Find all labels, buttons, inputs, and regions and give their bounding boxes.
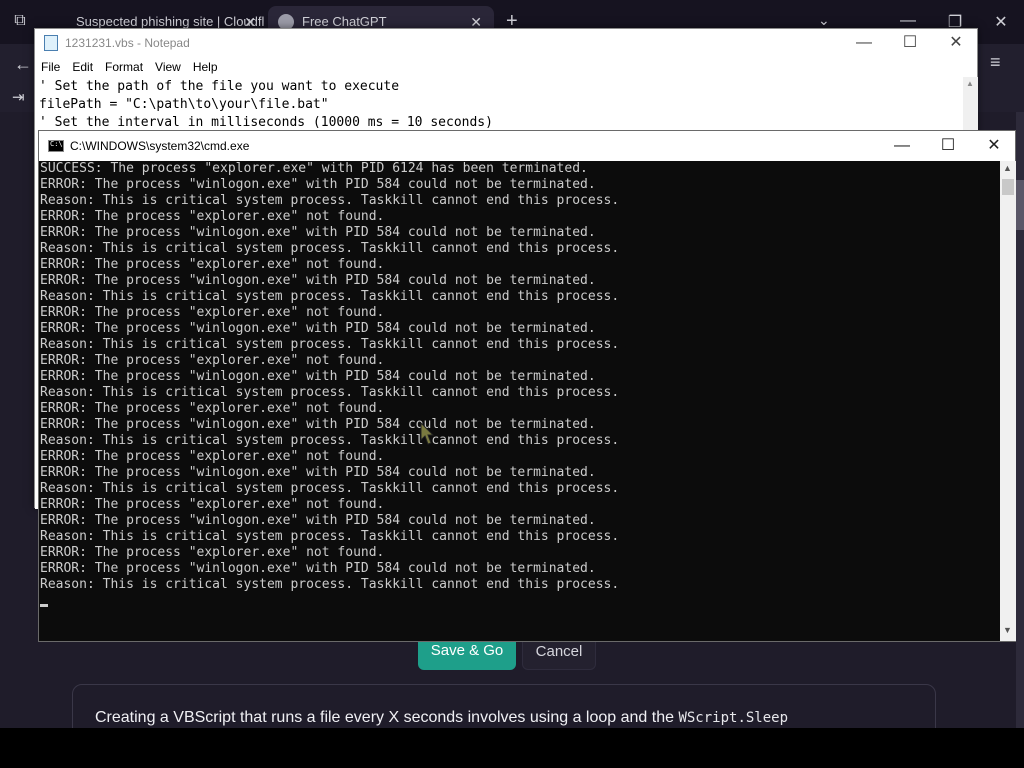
console-line: ERROR: The process "winlogon.exe" with P… <box>40 369 596 384</box>
console-line: ERROR: The process "explorer.exe" not fo… <box>40 257 385 272</box>
notepad-close-button[interactable]: ✕ <box>933 32 979 54</box>
console-line: Reason: This is critical system process.… <box>40 289 620 304</box>
back-arrow-icon[interactable]: ← <box>14 54 32 75</box>
console-line: Reason: This is critical system process.… <box>40 337 620 352</box>
answer-inline-code: WScript.Sleep <box>678 710 789 726</box>
console-line: Reason: This is critical system process.… <box>40 433 620 448</box>
console-line: ERROR: The process "explorer.exe" not fo… <box>40 305 385 320</box>
browser-close-button[interactable]: ✕ <box>991 12 1011 32</box>
login-icon[interactable]: ⇥ <box>12 88 25 106</box>
console-line: Reason: This is critical system process.… <box>40 385 620 400</box>
notepad-minimize-button[interactable]: — <box>841 32 887 54</box>
console-line: ERROR: The process "winlogon.exe" with P… <box>40 417 596 432</box>
browser-menu-icon[interactable]: ≡ <box>990 52 1001 73</box>
menu-format[interactable]: Format <box>99 57 149 77</box>
chat-answer-card: Creating a VBScript that runs a file eve… <box>72 684 936 728</box>
console-cursor <box>40 604 48 607</box>
taskbar <box>0 728 1024 768</box>
tab-label: Suspected phishing site | Cloudfl <box>76 14 265 29</box>
code-line: ' Set the path of the file you want to e… <box>39 79 400 94</box>
cmd-scrollbar[interactable]: ▲ ▼ <box>1000 161 1016 641</box>
cmd-title: C:\WINDOWS\system32\cmd.exe <box>70 139 250 153</box>
page-scrollbar-thumb[interactable] <box>1016 180 1024 230</box>
tab-actions-icon[interactable]: ⧉ <box>8 12 32 34</box>
console-line: Reason: This is critical system process.… <box>40 481 620 496</box>
cmd-title-bar[interactable]: C:\WINDOWS\system32\cmd.exe — ☐ ✕ <box>39 131 1015 161</box>
cmd-console-output[interactable]: SUCCESS: The process "explorer.exe" with… <box>39 161 999 641</box>
console-line: ERROR: The process "explorer.exe" not fo… <box>40 353 385 368</box>
console-line: ERROR: The process "explorer.exe" not fo… <box>40 545 385 560</box>
console-line: ERROR: The process "winlogon.exe" with P… <box>40 465 596 480</box>
console-line: ERROR: The process "explorer.exe" not fo… <box>40 449 385 464</box>
tab-label: Free ChatGPT <box>302 14 387 29</box>
console-line: Reason: This is critical system process.… <box>40 529 620 544</box>
cmd-close-button[interactable]: ✕ <box>971 135 1017 157</box>
cmd-app-icon <box>48 140 64 152</box>
cmd-maximize-button[interactable]: ☐ <box>925 135 971 157</box>
cmd-window: C:\WINDOWS\system32\cmd.exe — ☐ ✕ SUCCES… <box>38 130 1016 642</box>
notepad-title: 1231231.vbs - Notepad <box>65 36 190 50</box>
code-line: ' Set the interval in milliseconds (1000… <box>39 115 493 130</box>
code-line: filePath = "C:\path\to\your\file.bat" <box>39 97 329 112</box>
console-line: Reason: This is critical system process.… <box>40 241 620 256</box>
answer-text-body: Creating a VBScript that runs a file eve… <box>95 709 679 726</box>
notepad-maximize-button[interactable]: ☐ <box>887 32 933 54</box>
answer-text: Creating a VBScript that runs a file eve… <box>95 709 788 727</box>
scroll-up-arrow-icon[interactable]: ▲ <box>1003 163 1012 173</box>
menu-help[interactable]: Help <box>187 57 224 77</box>
console-line: ERROR: The process "winlogon.exe" with P… <box>40 177 596 192</box>
notepad-app-icon <box>44 35 58 51</box>
console-line: Reason: This is critical system process.… <box>40 193 620 208</box>
mouse-pointer-icon <box>420 422 434 445</box>
tab-list-dropdown-icon[interactable]: ⌄ <box>818 12 830 29</box>
scroll-down-arrow-icon[interactable]: ▼ <box>1003 625 1012 635</box>
menu-view[interactable]: View <box>149 57 187 77</box>
menu-file[interactable]: File <box>35 57 66 77</box>
console-line: ERROR: The process "explorer.exe" not fo… <box>40 209 385 224</box>
cmd-minimize-button[interactable]: — <box>879 135 925 157</box>
console-line: ERROR: The process "winlogon.exe" with P… <box>40 561 596 576</box>
console-line: ERROR: The process "winlogon.exe" with P… <box>40 225 596 240</box>
console-line: SUCCESS: The process "explorer.exe" with… <box>40 161 588 176</box>
scroll-up-arrow-icon[interactable]: ▲ <box>966 79 974 88</box>
console-line: ERROR: The process "winlogon.exe" with P… <box>40 513 596 528</box>
notepad-menu-bar: File Edit Format View Help <box>35 57 977 77</box>
console-line: ERROR: The process "winlogon.exe" with P… <box>40 321 596 336</box>
console-line: ERROR: The process "winlogon.exe" with P… <box>40 273 596 288</box>
console-line: Reason: This is critical system process.… <box>40 577 620 592</box>
notepad-title-bar[interactable]: 1231231.vbs - Notepad — ☐ ✕ <box>35 29 977 57</box>
console-line: ERROR: The process "explorer.exe" not fo… <box>40 497 385 512</box>
console-line: ERROR: The process "explorer.exe" not fo… <box>40 401 385 416</box>
cmd-scrollbar-thumb[interactable] <box>1002 179 1014 195</box>
menu-edit[interactable]: Edit <box>66 57 99 77</box>
